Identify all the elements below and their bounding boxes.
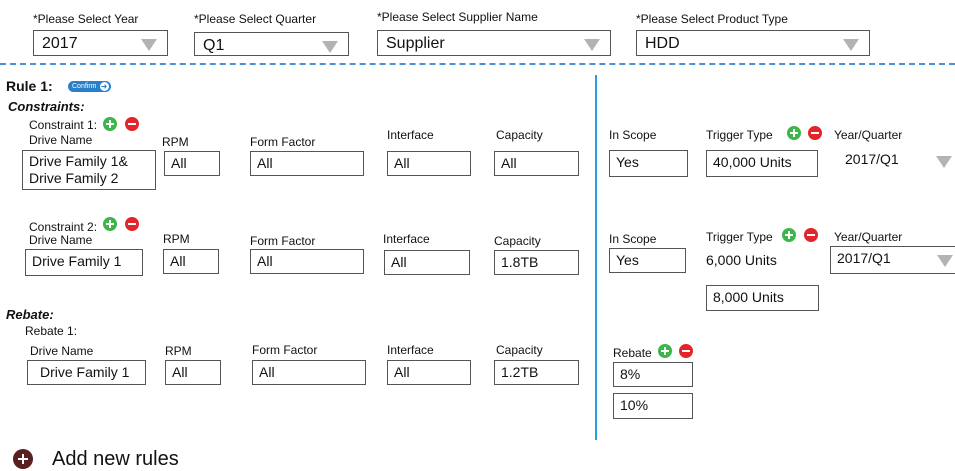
capacity-label: Capacity xyxy=(496,343,543,357)
form-factor-field[interactable]: All xyxy=(250,151,364,176)
interface-field[interactable]: All xyxy=(387,151,471,176)
rpm-label: RPM xyxy=(163,232,190,246)
in-scope-field[interactable]: Yes xyxy=(609,150,688,177)
add-rule-icon[interactable] xyxy=(13,449,33,469)
column-divider xyxy=(595,75,597,440)
chevron-down-icon xyxy=(141,39,157,51)
supplier-label: *Please Select Supplier Name xyxy=(377,10,538,24)
supplier-value: Supplier xyxy=(386,35,445,52)
chevron-down-icon xyxy=(843,39,859,51)
rebate-label: Rebate xyxy=(613,346,652,360)
add-trigger-icon[interactable] xyxy=(787,126,801,140)
interface-field[interactable]: All xyxy=(387,360,471,385)
rule-title: Rule 1: xyxy=(6,78,53,94)
trigger-value-2[interactable]: 8,000 Units xyxy=(706,285,819,311)
drive-name-label: Drive Name xyxy=(29,133,93,147)
rpm-label: RPM xyxy=(165,344,192,358)
rpm-field[interactable]: All xyxy=(165,360,221,385)
confirm-button[interactable]: Confirm ➜ xyxy=(68,81,111,92)
quarter-value: Q1 xyxy=(203,37,225,54)
form-factor-label: Form Factor xyxy=(250,135,316,149)
in-scope-field[interactable]: Yes xyxy=(609,248,686,273)
quarter-select[interactable]: Q1 xyxy=(194,32,349,56)
confirm-label: Confirm xyxy=(72,83,97,90)
add-rebate-icon[interactable] xyxy=(658,344,672,358)
header-divider xyxy=(0,63,955,65)
year-quarter-label: Year/Quarter xyxy=(834,128,903,142)
product-type-select[interactable]: HDD xyxy=(636,30,870,56)
rpm-label: RPM xyxy=(162,135,189,149)
add-constraint-icon[interactable] xyxy=(103,217,117,231)
form-factor-label: Form Factor xyxy=(252,343,318,357)
interface-label: Interface xyxy=(387,343,434,357)
capacity-field[interactable]: All xyxy=(494,151,579,176)
constraint-2-label: Constraint 2: xyxy=(29,220,98,234)
drive-name-field[interactable]: Drive Family 1 xyxy=(27,360,146,385)
chevron-down-icon[interactable] xyxy=(936,156,952,168)
year-select[interactable]: 2017 xyxy=(33,30,168,56)
drive-name-label: Drive Name xyxy=(29,233,93,247)
drive-name-line-1: Drive Family 1& xyxy=(29,153,128,169)
remove-rebate-icon[interactable] xyxy=(679,344,693,358)
drive-name-line-2: Drive Family 2 xyxy=(29,170,119,186)
year-quarter-select[interactable]: 2017/Q1 xyxy=(830,246,955,274)
remove-constraint-icon[interactable] xyxy=(125,117,139,131)
drive-name-label: Drive Name xyxy=(30,344,94,358)
constraint-1-label: Constraint 1: xyxy=(29,118,98,132)
remove-trigger-icon[interactable] xyxy=(804,228,818,242)
trigger-type-label: Trigger Type xyxy=(706,230,773,244)
chevron-down-icon xyxy=(937,255,953,267)
rebate-heading: Rebate: xyxy=(6,307,54,322)
form-factor-label: Form Factor xyxy=(250,234,316,248)
interface-label: Interface xyxy=(383,232,430,246)
drive-name-field[interactable]: Drive Family 1& Drive Family 2 xyxy=(22,150,156,190)
capacity-label: Capacity xyxy=(494,234,541,248)
chevron-down-icon xyxy=(322,41,338,53)
trigger-type-label: Trigger Type xyxy=(706,128,773,142)
form-factor-field[interactable]: All xyxy=(252,360,366,385)
capacity-field[interactable]: 1.8TB xyxy=(494,250,579,275)
year-label: *Please Select Year xyxy=(33,12,139,26)
capacity-field[interactable]: 1.2TB xyxy=(494,360,579,385)
capacity-label: Capacity xyxy=(496,128,543,142)
product-type-label: *Please Select Product Type xyxy=(636,12,788,26)
trigger-value-1[interactable]: 6,000 Units xyxy=(706,252,777,268)
form-factor-field[interactable]: All xyxy=(250,249,364,274)
constraints-heading: Constraints: xyxy=(8,99,85,114)
rebate-value-1[interactable]: 8% xyxy=(613,362,693,387)
supplier-select[interactable]: Supplier xyxy=(377,30,611,56)
arrow-right-icon: ➜ xyxy=(99,82,109,91)
in-scope-label: In Scope xyxy=(609,232,657,246)
interface-label: Interface xyxy=(387,128,434,142)
add-trigger-icon[interactable] xyxy=(782,228,796,242)
year-quarter-value: 2017/Q1 xyxy=(837,250,891,266)
product-type-value: HDD xyxy=(645,35,680,52)
drive-name-field[interactable]: Drive Family 1 xyxy=(25,249,143,276)
year-value: 2017 xyxy=(42,35,78,52)
trigger-value-field[interactable]: 40,000 Units xyxy=(706,150,818,177)
interface-field[interactable]: All xyxy=(384,250,470,275)
add-constraint-icon[interactable] xyxy=(103,117,117,131)
in-scope-label: In Scope xyxy=(609,128,657,142)
year-quarter-value[interactable]: 2017/Q1 xyxy=(845,151,899,167)
chevron-down-icon xyxy=(584,39,600,51)
year-quarter-label: Year/Quarter xyxy=(834,230,903,244)
rebate-1-label: Rebate 1: xyxy=(25,324,78,338)
rpm-field[interactable]: All xyxy=(164,151,220,176)
rebate-value-2[interactable]: 10% xyxy=(613,393,693,419)
remove-constraint-icon[interactable] xyxy=(125,217,139,231)
rpm-field[interactable]: All xyxy=(163,249,219,274)
remove-trigger-icon[interactable] xyxy=(808,126,822,140)
add-new-rules-link[interactable]: Add new rules xyxy=(52,448,179,471)
quarter-label: *Please Select Quarter xyxy=(194,12,317,26)
